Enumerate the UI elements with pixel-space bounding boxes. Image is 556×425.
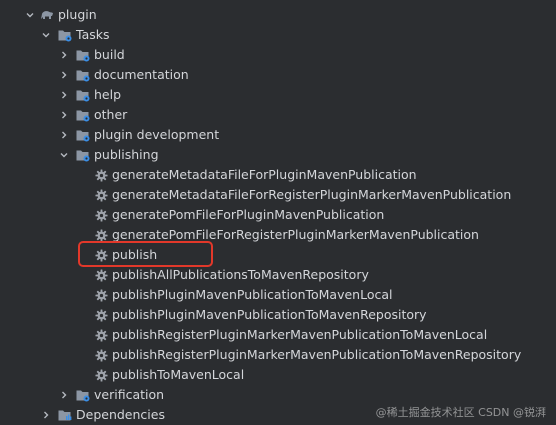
dependencies-icon (58, 408, 72, 422)
tree-node-label: publishing (94, 147, 159, 162)
tree-node-label: plugin (58, 7, 97, 22)
task-item[interactable]: generatePomFileForPluginMavenPublication (0, 205, 556, 225)
folder-gear-icon (76, 48, 90, 62)
task-item[interactable]: publishPluginMavenPublicationToMavenRepo… (0, 305, 556, 325)
watermark: @稀土掘金技术社区 CSDN @锐湃 (375, 406, 546, 419)
task-item[interactable]: generateMetadataFileForRegisterPluginMar… (0, 185, 556, 205)
chevron-down-icon[interactable] (58, 145, 70, 165)
tree-node-verification[interactable]: verification (0, 385, 556, 405)
chevron-right-icon[interactable] (58, 45, 70, 65)
task-item[interactable]: generateMetadataFileForPluginMavenPublic… (0, 165, 556, 185)
tree-node-documentation[interactable]: documentation (0, 65, 556, 85)
chevron-right-icon[interactable] (58, 85, 70, 105)
task-label: publishPluginMavenPublicationToMavenRepo… (112, 307, 427, 322)
chevron-right-icon[interactable] (58, 105, 70, 125)
chevron-down-icon[interactable] (24, 5, 36, 25)
task-label: publishRegisterPluginMarkerMavenPublicat… (112, 327, 488, 342)
task-label: generatePomFileForPluginMavenPublication (112, 207, 385, 222)
task-label: generateMetadataFileForPluginMavenPublic… (112, 167, 417, 182)
tree-node-label: plugin development (94, 127, 220, 142)
tree-node-label: Tasks (76, 27, 110, 42)
tree-node-label: other (94, 107, 128, 122)
project-tree: plugin Tasks build documentation help ot… (0, 5, 556, 425)
gear-icon (94, 348, 108, 362)
tree-node-label: documentation (94, 67, 189, 82)
tree-node-plugin-development[interactable]: plugin development (0, 125, 556, 145)
gear-icon (94, 208, 108, 222)
tree-node-label: help (94, 87, 122, 102)
tree-node-help[interactable]: help (0, 85, 556, 105)
chevron-right-icon[interactable] (40, 405, 52, 425)
chevron-right-icon[interactable] (58, 385, 70, 405)
folder-gear-icon (76, 128, 90, 142)
folder-gear-icon (76, 68, 90, 82)
folder-gear-icon (76, 388, 90, 402)
tree-node-label: build (94, 47, 125, 62)
tree-node-publishing[interactable]: publishing (0, 145, 556, 165)
folder-gear-icon (76, 108, 90, 122)
chevron-right-icon[interactable] (58, 125, 70, 145)
gear-icon (94, 228, 108, 242)
gear-icon (94, 168, 108, 182)
elephant-icon (40, 8, 54, 22)
task-item[interactable]: publishRegisterPluginMarkerMavenPublicat… (0, 345, 556, 365)
folder-gear-icon (76, 148, 90, 162)
tree-node-build[interactable]: build (0, 45, 556, 65)
task-item[interactable]: publishToMavenLocal (0, 365, 556, 385)
highlight-box (78, 241, 213, 267)
folder-gear-icon (76, 88, 90, 102)
task-label: publishAllPublicationsToMavenRepository (112, 267, 369, 282)
gear-icon (94, 308, 108, 322)
chevron-down-icon[interactable] (40, 25, 52, 45)
tree-node-label: Dependencies (76, 407, 165, 422)
tree-node-other[interactable]: other (0, 105, 556, 125)
gear-icon (94, 368, 108, 382)
task-label: generateMetadataFileForRegisterPluginMar… (112, 187, 512, 202)
gear-icon (94, 188, 108, 202)
tree-node-label: verification (94, 387, 165, 402)
task-item[interactable]: publishAllPublicationsToMavenRepository (0, 265, 556, 285)
folder-gear-icon (58, 28, 72, 42)
tree-node-plugin[interactable]: plugin (0, 5, 556, 25)
gear-icon (94, 328, 108, 342)
task-label: publishToMavenLocal (112, 367, 245, 382)
chevron-right-icon[interactable] (58, 65, 70, 85)
tree-node-tasks[interactable]: Tasks (0, 25, 556, 45)
gear-icon (94, 268, 108, 282)
task-label: publishPluginMavenPublicationToMavenLoca… (112, 287, 393, 302)
task-item[interactable]: publishPluginMavenPublicationToMavenLoca… (0, 285, 556, 305)
task-item[interactable]: publishRegisterPluginMarkerMavenPublicat… (0, 325, 556, 345)
gear-icon (94, 288, 108, 302)
task-label: publishRegisterPluginMarkerMavenPublicat… (112, 347, 522, 362)
